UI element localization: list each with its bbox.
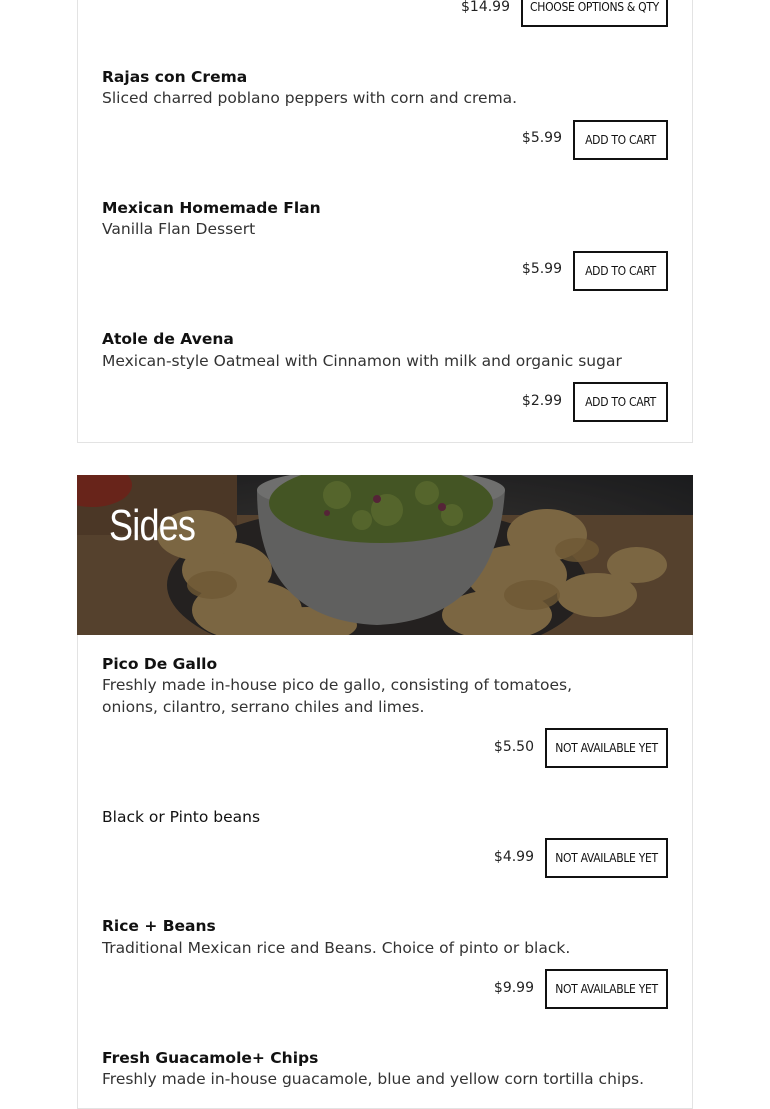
item-description: Traditional Mexican rice and Beans. Choi… — [102, 939, 571, 957]
menu-item-card: Fresh Guacamole+ Chips Freshly made in-h… — [77, 1029, 693, 1109]
item-price: $4.99 — [493, 849, 534, 865]
item-name: Mexican Homemade Flan — [102, 199, 321, 217]
item-name: Atole de Avena — [102, 330, 234, 348]
choose-options-button[interactable]: CHOOSE OPTIONS & QTY — [521, 0, 668, 27]
section-title: Sides — [109, 501, 196, 550]
item-description: Sliced charred poblano peppers with corn… — [102, 89, 518, 107]
not-available-button[interactable]: NOT AVAILABLE YET — [545, 728, 668, 768]
menu-item-card: Atole de Avena Mexican-style Oatmeal wit… — [77, 310, 693, 443]
item-description: Vanilla Flan Dessert — [102, 220, 256, 238]
not-available-button[interactable]: NOT AVAILABLE YET — [545, 969, 668, 1009]
item-description: Freshly made in-house guacamole, blue an… — [102, 1070, 645, 1088]
menu-item-card: Pico De Gallo Freshly made in-house pico… — [77, 635, 693, 789]
item-name: Rajas con Crema — [102, 68, 248, 86]
item-name: Rice + Beans — [102, 917, 216, 935]
item-price: $9.99 — [493, 980, 534, 996]
menu-item-card: Mexican Homemade Flan Vanilla Flan Desse… — [77, 179, 693, 311]
item-price: $14.99 — [461, 0, 510, 15]
item-name: Pico De Gallo — [102, 655, 218, 673]
not-available-button[interactable]: NOT AVAILABLE YET — [545, 838, 668, 878]
item-name: Black or Pinto beans — [102, 808, 261, 826]
item-description: Mexican-style Oatmeal with Cinnamon with… — [102, 352, 622, 370]
guacamole-chips-image — [77, 475, 693, 635]
menu-item-card: $14.99 CHOOSE OPTIONS & QTY — [77, 0, 693, 49]
add-to-cart-button[interactable]: ADD TO CART — [573, 382, 668, 422]
item-name: Fresh Guacamole+ Chips — [102, 1049, 319, 1067]
add-to-cart-button[interactable]: ADD TO CART — [573, 120, 668, 160]
menu-item-card: Rice + Beans Traditional Mexican rice an… — [77, 897, 693, 1030]
menu-item-card: Rajas con Crema Sliced charred poblano p… — [77, 48, 693, 180]
sides-banner: Sides — [77, 475, 693, 635]
item-description: Freshly made in-house pico de gallo, con… — [102, 676, 573, 716]
add-to-cart-button[interactable]: ADD TO CART — [573, 251, 668, 291]
item-price: $5.50 — [493, 739, 534, 755]
menu-item-card: Black or Pinto beans $4.99 NOT AVAILABLE… — [77, 788, 693, 898]
item-price: $5.99 — [521, 130, 562, 146]
item-price: $5.99 — [521, 261, 562, 277]
item-price: $2.99 — [521, 393, 562, 409]
